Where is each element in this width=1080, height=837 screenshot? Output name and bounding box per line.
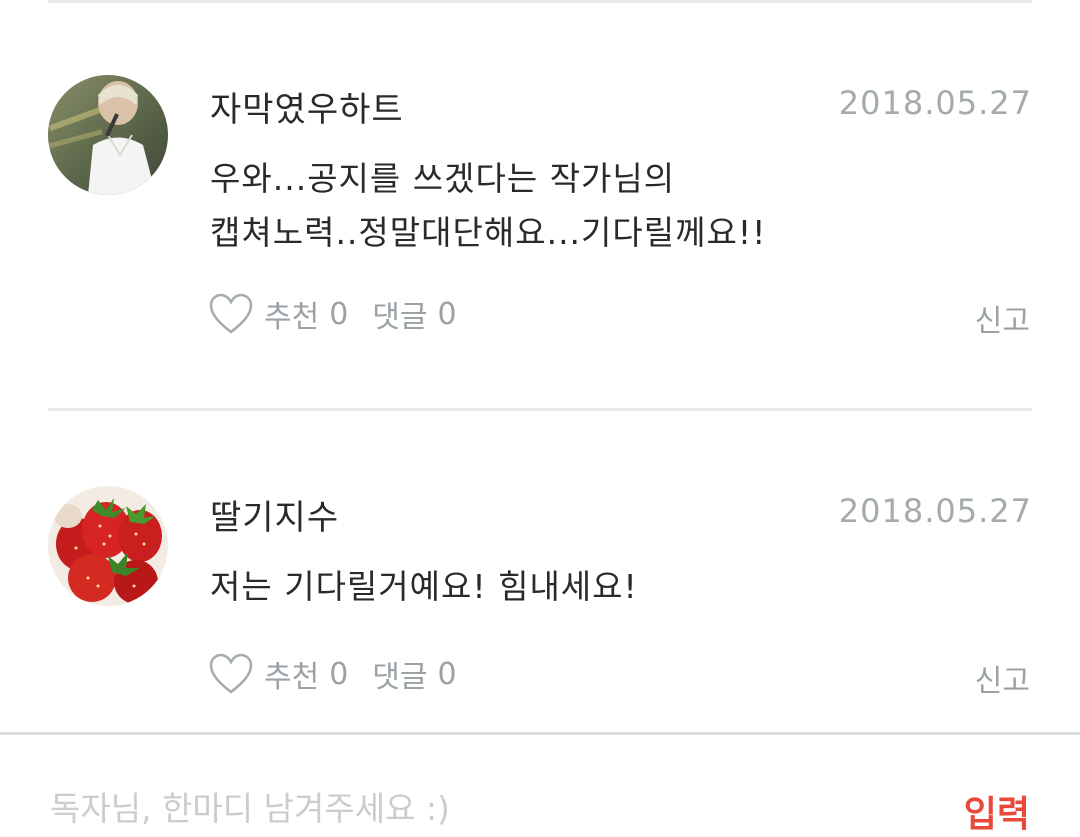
comment-date: 2018.05.27 — [838, 492, 1032, 530]
comment-item: 자막였우하트 2018.05.27 우와...공지를 쓰겠다는 작가님의 캡쳐노… — [0, 0, 1080, 410]
person-photo — [48, 75, 168, 195]
comment-username[interactable]: 자막였우하트 — [210, 82, 404, 131]
heart-outline-icon — [209, 653, 253, 694]
comment-item: 딸기지수 2018.05.27 저는 기다릴거예요! 힘내세요! 추천 0 댓글… — [0, 412, 1080, 732]
like-label: 추천 — [264, 660, 320, 695]
avatar[interactable] — [48, 486, 168, 606]
reply-button[interactable]: 댓글 0 — [372, 292, 456, 336]
report-button[interactable]: 신고 — [975, 656, 1030, 700]
avatar[interactable] — [48, 75, 168, 195]
comment-body-line: 우와...공지를 쓰겠다는 작가님의 — [210, 159, 676, 198]
comment-body: 우와...공지를 쓰겠다는 작가님의 캡쳐노력..정말대단해요...기다릴께요!… — [210, 152, 850, 260]
reply-count: 0 — [437, 296, 457, 332]
reply-button[interactable]: 댓글 0 — [372, 652, 456, 696]
comment-body-line: 저는 기다릴거예요! 힘내세요! — [210, 567, 638, 606]
reply-label: 댓글 — [372, 660, 428, 695]
report-button[interactable]: 신고 — [975, 296, 1030, 340]
heart-outline-icon — [209, 293, 253, 334]
submit-button[interactable]: 입력 — [964, 785, 1030, 837]
like-count: 0 — [329, 656, 349, 692]
comment-actions: 추천 0 댓글 0 — [208, 652, 481, 696]
like-count: 0 — [329, 296, 349, 332]
like-label: 추천 — [264, 300, 320, 335]
comment-input[interactable] — [48, 787, 912, 829]
comment-input-bar: 입력 — [0, 735, 1080, 835]
comment-username[interactable]: 딸기지수 — [210, 490, 339, 539]
comment-body: 저는 기다릴거예요! 힘내세요! — [210, 560, 850, 614]
reply-count: 0 — [437, 656, 457, 692]
comment-date: 2018.05.27 — [838, 84, 1032, 122]
reply-label: 댓글 — [372, 300, 428, 335]
comment-actions: 추천 0 댓글 0 — [208, 292, 481, 336]
strawberry-photo — [48, 486, 168, 606]
comment-divider — [48, 408, 1032, 411]
comment-body-line: 캡쳐노력..정말대단해요...기다릴께요!! — [210, 213, 767, 252]
like-button[interactable]: 추천 0 — [208, 652, 348, 696]
like-button[interactable]: 추천 0 — [208, 292, 348, 336]
